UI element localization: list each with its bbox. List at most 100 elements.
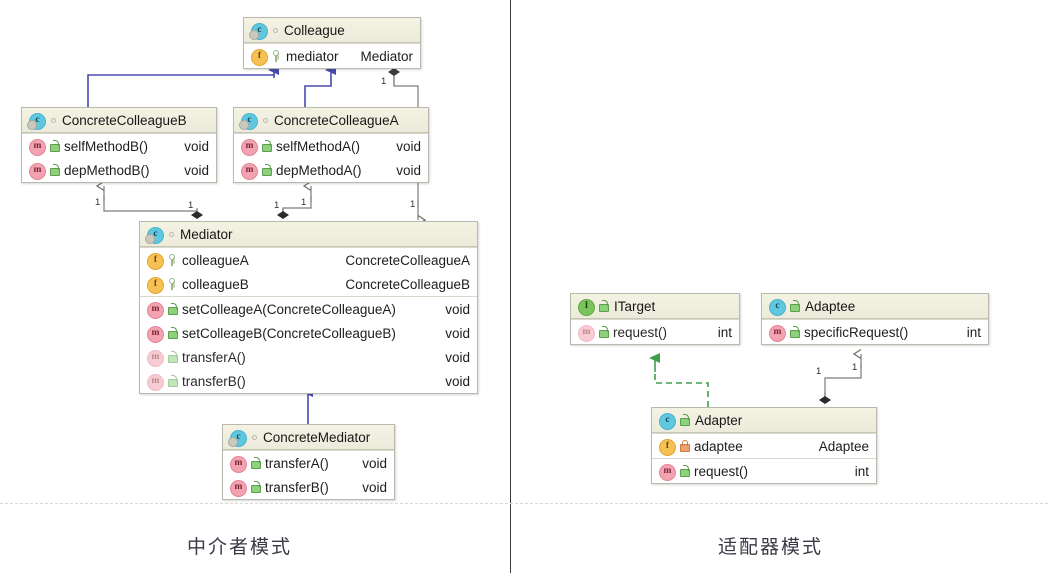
method-icon: m [230,455,247,473]
uml-class-name: Adaptee [805,298,856,314]
uml-class-header: c Adapter [652,408,876,433]
member-name: colleagueB [182,276,249,292]
member-name: setColleageA(ConcreteColleagueA) [182,301,396,317]
member-name: transferA() [182,349,246,365]
uml-class-mediator[interactable]: c Mediator f colleagueA ConcreteColleagu… [139,221,478,394]
uml-class-adaptee[interactable]: c Adaptee m specificRequest() int [761,293,989,345]
uml-members-section: m selfMethodA() void m depMethodA() void [234,133,428,182]
visibility-public-icon [49,140,60,152]
uml-class-header: c Mediator [140,222,477,247]
uml-member-row[interactable]: m request() int [652,459,876,483]
method-icon: m [769,324,786,342]
edge-colleagueB-extends-colleague [87,65,279,107]
edge-mediator-to-colleagueB [104,186,203,219]
member-name: colleagueA [182,252,249,268]
uml-class-name: ITarget [614,298,656,314]
uml-class-header: c ConcreteColleagueB [22,108,216,133]
member-name: depMethodB() [64,162,150,178]
class-icon: c [769,298,786,316]
panel-divider-vertical [510,0,511,573]
caption-mediator-pattern: 中介者模式 [187,536,293,558]
caption-adapter-pattern: 适配器模式 [718,536,824,558]
field-icon: f [251,48,268,66]
uml-member-row[interactable]: f colleagueA ConcreteColleagueA [140,248,477,272]
mult-colleagueB-src: 1 [95,197,100,208]
member-type: void [396,138,421,154]
member-type: void [396,162,421,178]
member-type: void [445,301,470,317]
mult-colleagueA-dst: 1 [274,200,279,211]
uml-member-row[interactable]: m setColleageA(ConcreteColleagueA) void [140,297,477,321]
member-type: int [717,324,732,340]
uml-member-row[interactable]: m transferB() void [223,475,394,499]
uml-member-row[interactable]: m depMethodA() void [234,158,428,182]
uml-members-section: m specificRequest() int [762,319,988,344]
method-icon: m [147,325,164,343]
method-icon: m [147,301,164,319]
uml-class-adapter[interactable]: c Adapter f adaptee Adaptee m request() … [651,407,877,484]
uml-class-name: Adapter [695,412,743,428]
member-type: int [966,324,981,340]
uml-member-row[interactable]: m request() int [571,320,739,344]
visibility-public-icon [679,414,690,426]
member-name: selfMethodB() [64,138,149,154]
mult-mediator-down: 1 [410,199,415,210]
visibility-public-icon [598,326,609,338]
abstract-marker-icon [273,27,278,33]
uml-methods-section: m request() int [652,458,876,483]
visibility-public-icon [261,140,272,152]
visibility-public-icon [679,465,690,477]
visibility-public-icon [167,351,178,363]
member-type: void [184,162,209,178]
member-name: transferB() [182,373,246,389]
uml-members-section: m request() int [571,319,739,344]
uml-member-row[interactable]: m transferB() void [140,369,477,393]
visibility-public-icon [167,375,178,387]
visibility-public-icon [49,164,60,176]
member-type: ConcreteColleagueB [345,276,470,292]
mult-adapter-src: 1 [816,366,821,377]
method-icon: m [29,138,46,156]
uml-class-concrete-colleague-b[interactable]: c ConcreteColleagueB m selfMethodB() voi… [21,107,217,183]
uml-member-row[interactable]: m setColleageB(ConcreteColleagueB) void [140,321,477,345]
uml-member-row[interactable]: m selfMethodB() void [22,134,216,158]
uml-class-name: ConcreteMediator [263,429,371,445]
member-name: selfMethodA() [276,138,361,154]
method-icon: m [147,349,164,367]
member-type: void [445,325,470,341]
member-name: transferA() [265,455,329,471]
mult-colleagueB-dst: 1 [188,200,193,211]
uml-member-row[interactable]: m depMethodB() void [22,158,216,182]
member-name: transferB() [265,479,329,495]
uml-members-section: f mediator Mediator [244,43,420,68]
class-icon: c [27,112,46,130]
class-icon: c [239,112,258,130]
uml-fields-section: f colleagueA ConcreteColleagueA f collea… [140,247,477,296]
uml-member-row[interactable]: m transferA() void [140,345,477,369]
uml-member-row[interactable]: m specificRequest() int [762,320,988,344]
edge-adapter-to-adaptee [819,354,862,404]
uml-interface-itarget[interactable]: I ITarget m request() int [570,293,740,345]
uml-class-header: I ITarget [571,294,739,319]
member-type: void [445,349,470,365]
uml-class-colleague[interactable]: c Colleague f mediator Mediator [243,17,421,69]
uml-class-name: Mediator [180,226,233,242]
member-type: Mediator [360,48,413,64]
edge-colleagueA-extends-colleague [304,65,336,107]
uml-member-row[interactable]: f adaptee Adaptee [652,434,876,458]
mult-colleague-mediator: 1 [381,76,386,87]
uml-member-row[interactable]: m transferA() void [223,451,394,475]
uml-class-concrete-colleague-a[interactable]: c ConcreteColleagueA m selfMethodA() voi… [233,107,429,183]
method-icon: m [578,324,595,342]
uml-member-row[interactable]: f colleagueB ConcreteColleagueB [140,272,477,296]
uml-members-section: m selfMethodB() void m depMethodB() void [22,133,216,182]
member-type: Adaptee [818,438,869,454]
visibility-protected-icon [167,278,177,290]
member-type: ConcreteColleagueA [345,252,470,268]
member-type: void [184,138,209,154]
uml-member-row[interactable]: m selfMethodA() void [234,134,428,158]
class-icon: c [659,412,676,430]
visibility-public-icon [250,481,261,493]
uml-class-concrete-mediator[interactable]: c ConcreteMediator m transferA() void m … [222,424,395,500]
uml-member-row[interactable]: f mediator Mediator [244,44,420,68]
